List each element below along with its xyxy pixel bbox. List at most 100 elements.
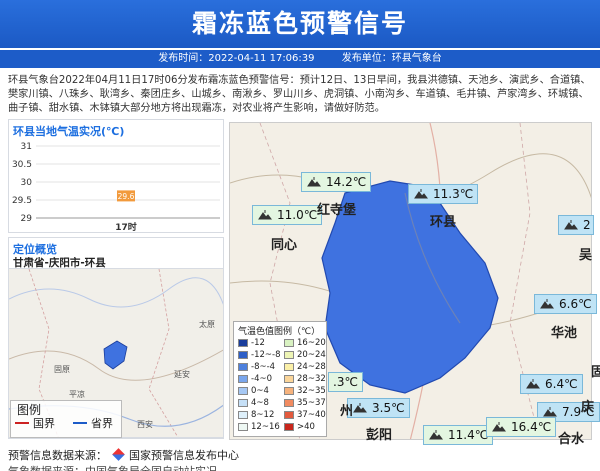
- color-swatch: [284, 338, 294, 347]
- color-legend-label: -8~-4: [251, 362, 276, 372]
- color-legend-item: 12~16: [238, 422, 280, 432]
- color-legend-label: 4~8: [251, 398, 269, 408]
- province-border-swatch: [73, 422, 87, 424]
- color-legend-label: -12: [251, 338, 265, 348]
- color-legend-label: >40: [297, 422, 315, 432]
- color-swatch: [238, 338, 248, 347]
- temp-tag[interactable]: 16.4℃: [486, 417, 557, 437]
- y-tick-label: 31: [21, 142, 32, 152]
- page-title: 霜冻蓝色预警信号: [191, 9, 408, 38]
- x-tick-label: 17时: [115, 221, 137, 233]
- color-swatch: [284, 386, 294, 395]
- legend-province-label: 省界: [91, 417, 113, 430]
- publish-info-bar: 发布时间：2022-04-11 17:06:39 发布单位：环县气象台: [0, 50, 600, 68]
- color-swatch: [238, 374, 248, 383]
- data-source: 气象数据来源：中国气象局全国自动站实况: [8, 463, 217, 471]
- color-legend-item: 32~35: [284, 386, 326, 396]
- warning-area-shape: [103, 340, 128, 370]
- place-label: 红寺堡: [317, 203, 357, 218]
- temp-tag[interactable]: 14.2℃: [301, 172, 372, 192]
- legend-country-label: 国界: [33, 417, 55, 430]
- color-legend-label: 12~16: [251, 422, 280, 432]
- color-swatch: [284, 362, 294, 371]
- color-legend-item: 35~37: [284, 398, 326, 408]
- place-label: 同心: [271, 238, 298, 253]
- color-swatch: [238, 398, 248, 407]
- y-tick-label: 29.5: [12, 196, 32, 206]
- color-legend-label: 20~24: [297, 350, 326, 360]
- warning-banner: 霜冻蓝色预警信号: [0, 0, 600, 48]
- color-legend-item: >40: [284, 422, 315, 432]
- place-label: 合水: [558, 432, 585, 447]
- map-label: 固原: [54, 365, 70, 374]
- color-swatch: [284, 374, 294, 383]
- color-legend-item: 37~40: [284, 410, 326, 420]
- temp-tag[interactable]: 2: [558, 215, 594, 235]
- color-legend-title: 气温色值图例（℃）: [238, 327, 321, 337]
- place-label: 环县: [430, 215, 457, 230]
- color-swatch: [238, 386, 248, 395]
- color-legend-label: 35~37: [297, 398, 326, 408]
- source-label: 预警信息数据来源：: [8, 449, 107, 462]
- temp-tag[interactable]: 11.0℃: [252, 205, 323, 225]
- color-swatch: [238, 362, 248, 371]
- color-legend-item: 20~24: [284, 350, 326, 360]
- temp-tag[interactable]: 11.3℃: [408, 184, 479, 204]
- y-tick-label: 30: [21, 178, 33, 188]
- color-legend-item: 0~4: [238, 386, 269, 396]
- warning-text: 环县气象台2022年04月11日17时06分发布霜冻蓝色预警信号：预计12日、1…: [8, 75, 591, 114]
- color-swatch: [238, 410, 248, 419]
- color-legend-item: -8~-4: [238, 362, 275, 372]
- data-label: 29.6: [118, 192, 135, 201]
- color-legend-label: -12~-8: [251, 350, 281, 360]
- color-legend-item: 16~20: [284, 338, 326, 348]
- color-legend-label: 0~4: [251, 386, 269, 396]
- color-swatch: [284, 398, 294, 407]
- color-legend-item: -12~-8: [238, 350, 280, 360]
- color-legend-label: 32~35: [297, 386, 326, 396]
- color-swatch: [284, 422, 294, 431]
- temperature-panel-title: 环县当地气温实况(℃): [13, 125, 125, 138]
- map-legend: 图例 国界 省界: [10, 400, 122, 438]
- color-legend-label: 37~40: [297, 410, 326, 420]
- temp-tag[interactable]: 6.6℃: [534, 294, 597, 314]
- y-tick-label: 30.5: [12, 160, 32, 170]
- color-swatch: [284, 410, 294, 419]
- color-swatch: [238, 350, 248, 359]
- temp-tag[interactable]: .3℃: [328, 372, 363, 392]
- publish-time: 发布时间：2022-04-11 17:06:39: [158, 53, 315, 64]
- color-legend-label: 8~12: [251, 410, 275, 420]
- color-legend-item: 24~28: [284, 362, 326, 372]
- map-label: 太原: [199, 320, 215, 329]
- temp-tag[interactable]: 3.5℃: [347, 398, 410, 418]
- temperature-chart: 31 30.5 30 29.5 29 29.6 17时: [12, 142, 220, 233]
- temp-tag[interactable]: 11.4℃: [423, 425, 494, 445]
- place-label: 华池: [551, 326, 578, 341]
- color-swatch: [238, 422, 248, 431]
- place-label: 庆: [581, 400, 595, 415]
- source-link[interactable]: 国家预警信息发布中心: [129, 449, 239, 462]
- source-logo-icon: [111, 448, 125, 461]
- color-swatch: [284, 350, 294, 359]
- color-legend-item: 28~32: [284, 374, 326, 384]
- place-label: 吴: [579, 248, 593, 263]
- warning-source: 预警信息数据来源： 国家预警信息发布中心: [8, 447, 239, 463]
- color-legend-label: 28~32: [297, 374, 326, 384]
- y-tick-label: 29: [21, 214, 33, 224]
- color-legend-item: -12: [238, 338, 265, 348]
- color-legend-label: -4~0: [251, 374, 273, 384]
- map-label: 平凉: [69, 390, 85, 399]
- color-legend-item: -4~0: [238, 374, 272, 384]
- place-label: 彭阳: [366, 428, 393, 443]
- color-legend-item: 8~12: [238, 410, 274, 420]
- temp-tag[interactable]: 6.4℃: [520, 374, 583, 394]
- color-legend-label: 24~28: [297, 362, 326, 372]
- place-label: 州: [340, 404, 354, 419]
- country-border-swatch: [15, 422, 29, 424]
- color-legend-item: 4~8: [238, 398, 269, 408]
- map-label: 西安: [137, 420, 153, 429]
- publisher: 发布单位：环县气象台: [341, 53, 442, 64]
- map-label: 延安: [174, 370, 190, 379]
- place-label: 固: [591, 365, 600, 380]
- color-legend-label: 16~20: [297, 338, 326, 348]
